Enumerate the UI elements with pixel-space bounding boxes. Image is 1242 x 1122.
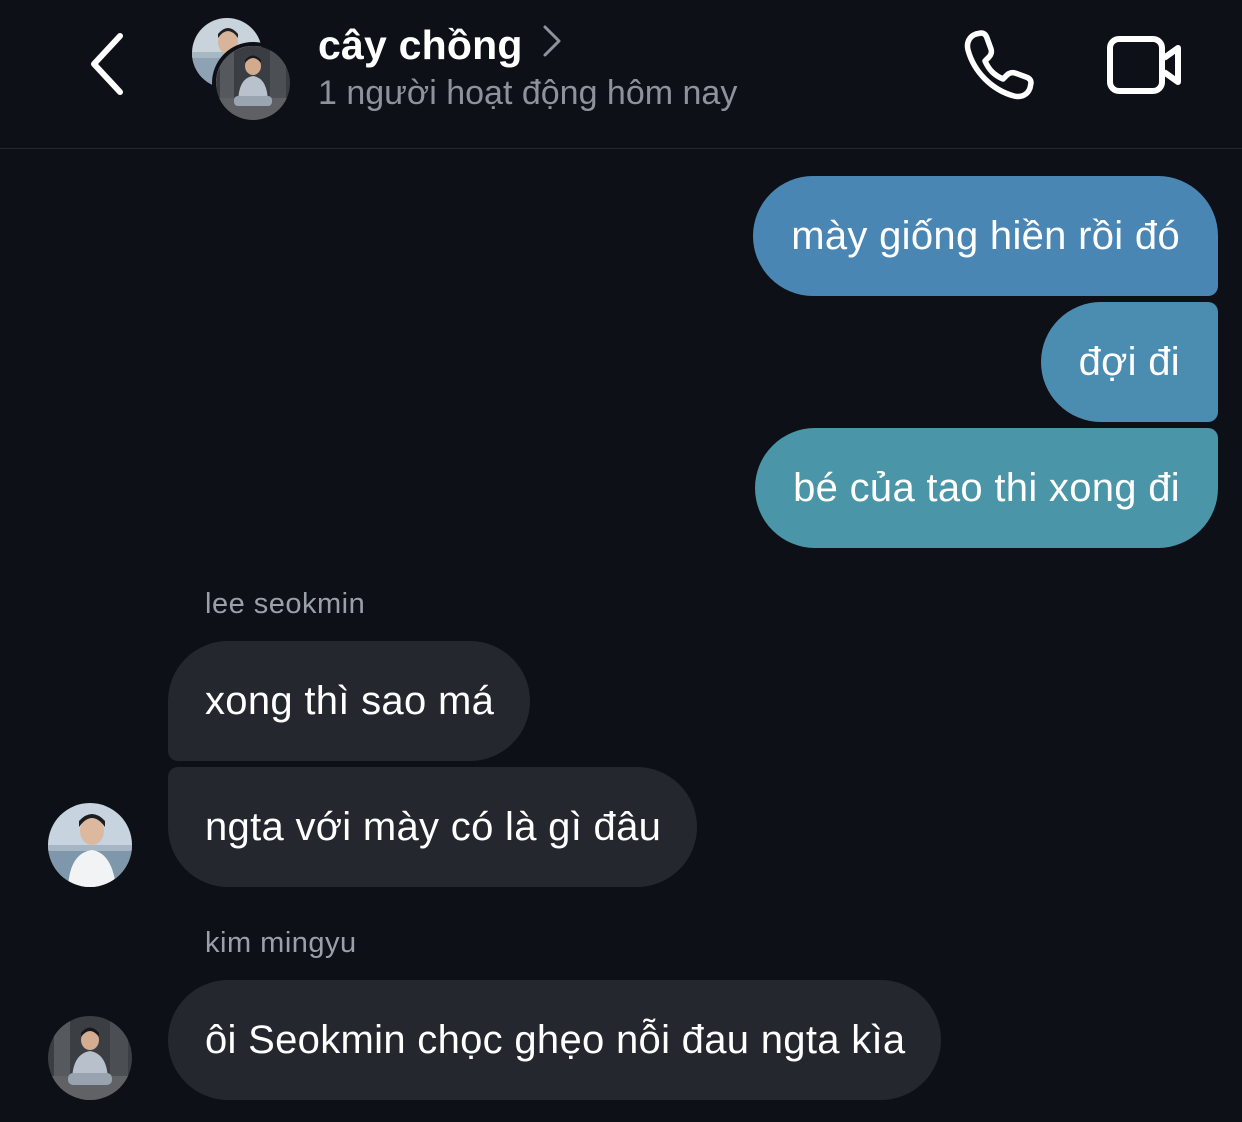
sender-name: kim mingyu [205, 927, 357, 959]
message-text: ngta với mày có là gì đâu [205, 804, 662, 849]
video-call-button[interactable] [1104, 32, 1186, 98]
video-camera-icon [1107, 36, 1181, 94]
incoming-message[interactable]: xong thì sao má [168, 641, 531, 761]
voice-call-button[interactable] [962, 28, 1036, 102]
message-text: xong thì sao má [205, 678, 495, 723]
member-avatar-front [212, 42, 294, 124]
message-text: ôi Seokmin chọc ghẹo nỗi đau ngta kìa [205, 1017, 906, 1062]
sender-name: lee seokmin [205, 588, 366, 620]
group-avatar[interactable] [190, 16, 294, 124]
message-text: mày giống hiền rồi đó [791, 213, 1180, 258]
chevron-right-icon [543, 25, 561, 57]
outgoing-message[interactable]: đợi đi [1040, 302, 1218, 422]
phone-icon [964, 30, 1034, 100]
message-text: đợi đi [1078, 339, 1180, 384]
chat-title-area[interactable]: cây chồng 1 người hoạt động hôm nay [318, 18, 878, 113]
chat-title-row[interactable]: cây chồng [318, 18, 878, 72]
back-chevron-icon [91, 33, 123, 95]
incoming-message[interactable]: ôi Seokmin chọc ghẹo nỗi đau ngta kìa [168, 980, 942, 1100]
outgoing-message[interactable]: bé của tao thi xong đi [755, 428, 1218, 548]
outgoing-message[interactable]: mày giống hiền rồi đó [753, 176, 1218, 296]
sender-avatar[interactable] [48, 803, 132, 887]
incoming-message[interactable]: ngta với mày có là gì đâu [168, 767, 698, 887]
message-text: bé của tao thi xong đi [793, 465, 1180, 510]
chat-title: cây chồng [318, 21, 523, 68]
chat-status: 1 người hoạt động hôm nay [318, 74, 738, 112]
chat-header: cây chồng 1 người hoạt động hôm nay [0, 0, 1242, 149]
back-button[interactable] [82, 28, 138, 100]
sender-avatar[interactable] [48, 1016, 132, 1100]
